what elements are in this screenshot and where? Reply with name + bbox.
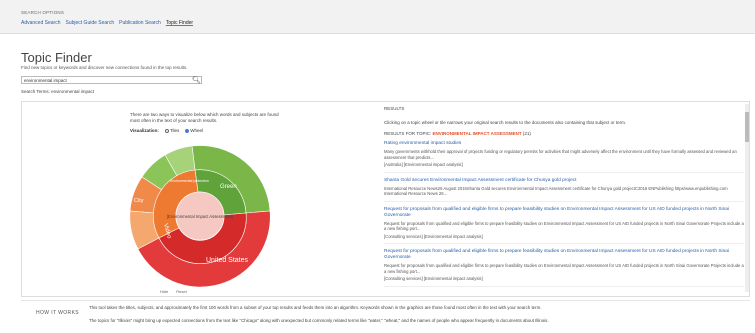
nav-publication-search[interactable]: Publication Search — [119, 20, 161, 26]
result-title[interactable]: Request for proposals from qualified and… — [384, 249, 744, 261]
results-panel: RESULTS Clicking on a topic wheel or til… — [384, 104, 744, 294]
viz-option-wheel-label: Wheel — [190, 128, 204, 133]
result-snippet: Many governments withhold their approval… — [384, 149, 737, 160]
viz-option-tiles-label: Tiles — [169, 128, 180, 133]
result-snippet: Request for proposals from qualified and… — [384, 263, 744, 274]
result-item: Shanta Gold secures Environmental Impact… — [384, 178, 744, 202]
results-description: Clicking on a topic wheel or tile narrow… — [384, 120, 627, 125]
results-heading: RESULTS — [384, 106, 405, 111]
result-snippet: Request for proposals from qualified and… — [384, 220, 744, 232]
page-title: Topic Finder — [21, 50, 92, 65]
result-title[interactable]: Rating environmental impact studies — [384, 141, 744, 147]
search-input[interactable]: environmental impact — [21, 76, 202, 84]
search-options-label: SEARCH OPTIONS — [21, 10, 65, 15]
how-it-works-text: This tool takes the titles, subjects, an… — [89, 305, 542, 310]
search-terms: Search Terms: environmental impact — [21, 89, 94, 94]
wheel-tools: Hide Reset — [160, 289, 187, 294]
topic-wheel[interactable]: Green United States Video City Environme… — [118, 143, 282, 289]
wheel-label-green: Green — [220, 184, 237, 190]
radio-icon — [164, 128, 169, 133]
page-subtitle: Find new topics or keywords and discover… — [21, 65, 188, 70]
top-bar: SEARCH OPTIONS Advanced Search Subject G… — [0, 0, 755, 34]
wheel-label-env-protection: Environmental protection — [170, 179, 209, 183]
results-for-topic: RESULTS FOR TOPIC: ENVIRONMENTAL IMPACT … — [384, 131, 744, 136]
search-nav: Advanced Search Subject Guide Search Pub… — [21, 20, 193, 26]
search-icon[interactable]: 🔍︎ — [192, 76, 201, 85]
wheel-label-city: City — [134, 198, 144, 204]
result-title[interactable]: Request for proposals from qualified and… — [384, 207, 744, 219]
divider — [21, 300, 750, 301]
wheel-label-united-states: United States — [206, 257, 249, 264]
result-item: Request for proposals from qualified and… — [384, 207, 744, 244]
result-item: Rating environmental impact studies Many… — [384, 141, 744, 173]
nav-subject-guide-search[interactable]: Subject Guide Search — [65, 20, 114, 26]
results-count: (21) — [522, 131, 531, 136]
result-snippet: International Resource News26 August 201… — [384, 185, 728, 197]
hide-button[interactable]: Hide — [160, 289, 168, 294]
result-title[interactable]: Shanta Gold secures Environmental Impact… — [384, 178, 744, 184]
viz-intro: There are two ways to visualize below wh… — [130, 112, 279, 123]
how-it-works-example: The topics for "Illinois" might bring up… — [89, 318, 549, 323]
viz-options: Visualization: Tiles Wheel — [130, 128, 203, 133]
results-topic: ENVIRONMENTAL IMPACT ASSESSMENT — [432, 131, 522, 136]
result-meta: [Consulting services] [Environmental imp… — [384, 276, 483, 281]
how-it-works-label: HOW IT WORKS — [36, 310, 80, 316]
result-item: Request for proposals from qualified and… — [384, 249, 744, 287]
result-meta: [Australia] [Environmental impact analys… — [384, 162, 463, 167]
nav-advanced-search[interactable]: Advanced Search — [21, 20, 60, 26]
viz-option-wheel[interactable]: Wheel — [185, 128, 203, 133]
reset-button[interactable]: Reset — [176, 289, 186, 294]
nav-topic-finder[interactable]: Topic Finder — [166, 20, 193, 26]
results-for-prefix: RESULTS FOR TOPIC: — [384, 131, 432, 136]
result-meta: [Consulting services] [Environmental imp… — [384, 233, 483, 239]
results-scroll-thumb[interactable] — [745, 112, 749, 142]
radio-selected-icon — [185, 128, 190, 133]
wheel-center-label: [Environmental Impact Assessment] — [167, 214, 234, 219]
viz-label: Visualization: — [130, 128, 159, 133]
viz-option-tiles[interactable]: Tiles — [164, 128, 180, 133]
